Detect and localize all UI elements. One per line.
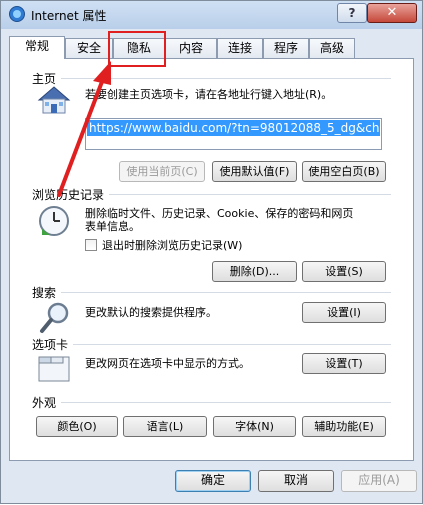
annotation-arrow-icon (57, 61, 111, 197)
internet-options-window: Internet 属性 ? ✕ 常规 安全 隐私 内容 连接 程序 高级 主页 … (0, 0, 423, 504)
